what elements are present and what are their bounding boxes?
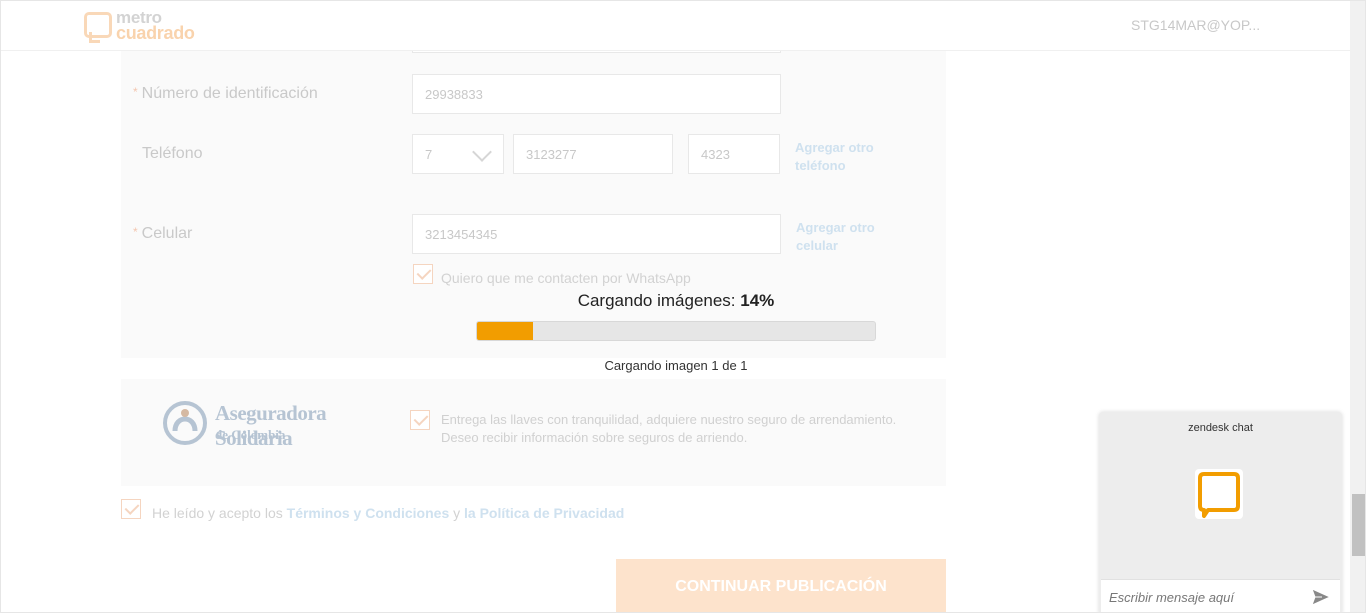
upload-progress-subtitle: Cargando imagen 1 de 1 (604, 358, 748, 373)
phone-extension-input[interactable]: 4323 (688, 134, 780, 174)
terms-link[interactable]: Términos y Condiciones (287, 505, 450, 521)
send-icon[interactable] (1312, 589, 1330, 605)
add-phone-link[interactable]: Agregar otro teléfono (795, 139, 890, 175)
zendesk-chat-widget[interactable]: zendesk chat Escribir mensaje aquí (1099, 412, 1342, 612)
id-number-input[interactable]: 29938833 (412, 74, 781, 114)
phone-indicative-value: 7 (425, 147, 433, 162)
insurance-checkbox[interactable] (410, 410, 430, 430)
terms-connector: y (453, 505, 461, 521)
insurance-text: Entrega las llaves con tranquilidad, adq… (441, 412, 897, 445)
id-number-label: * Número de identificación (133, 85, 318, 103)
terms-checkbox[interactable] (121, 499, 141, 519)
chevron-down-icon (472, 142, 492, 162)
id-number-label-text: Número de identificación (141, 85, 318, 102)
required-mark: * (133, 85, 138, 99)
upload-progress-title: Cargando imágenes: 14% (476, 291, 876, 311)
upload-progress-fill (477, 322, 533, 340)
chat-bubble-icon (1195, 469, 1243, 519)
logo-text-line2: cuadrado (116, 23, 195, 43)
upload-progress-text: Cargando imágenes: (577, 291, 736, 310)
logo-bubble-icon (84, 12, 112, 43)
chat-title: zendesk chat (1188, 422, 1253, 434)
continue-publication-button[interactable]: CONTINUAR PUBLICACIÓN (616, 559, 946, 612)
page: metro cuadrado STG14MAR@YOP... * Número d… (0, 0, 1366, 613)
aseguradora-solidaria-logo: Aseguradora Solidaria de Colombia (163, 399, 363, 450)
required-mark: * (133, 225, 138, 239)
cell-label: * Celular (133, 225, 192, 243)
page-scrollbar-thumb[interactable] (1352, 494, 1365, 556)
phone-label: Teléfono (142, 145, 203, 162)
cell-input[interactable]: 3213454345 (412, 214, 781, 254)
user-menu[interactable]: STG14MAR@YOP... (1131, 17, 1260, 33)
site-header: metro cuadrado STG14MAR@YOP... (1, 1, 1350, 51)
upload-progress-bar (476, 321, 876, 341)
privacy-link[interactable]: la Política de Privacidad (464, 505, 624, 521)
upload-progress-percent: 14% (740, 291, 775, 310)
phone-number-input[interactable]: 3123277 (513, 134, 673, 174)
chat-message-input[interactable]: Escribir mensaje aquí (1101, 579, 1340, 612)
terms-text: He leído y acepto los Términos y Condici… (152, 505, 624, 521)
cell-label-text: Celular (141, 225, 193, 242)
metrocuadrado-logo[interactable]: metro cuadrado (83, 8, 213, 45)
phone-indicative-select[interactable]: 7 (412, 134, 504, 174)
terms-prefix: He leído y acepto los (152, 505, 283, 521)
insurance-logo-line1: Aseguradora Solidaria (215, 401, 327, 450)
whatsapp-label: Quiero que me contacten por WhatsApp (441, 270, 691, 286)
insurance-logo-line2: de Colombia (215, 427, 286, 442)
add-cell-link[interactable]: Agregar otro celular (796, 219, 891, 255)
aseguradora-emblem-icon (163, 401, 207, 445)
chat-input-placeholder: Escribir mensaje aquí (1109, 590, 1234, 605)
whatsapp-checkbox[interactable] (413, 264, 433, 284)
